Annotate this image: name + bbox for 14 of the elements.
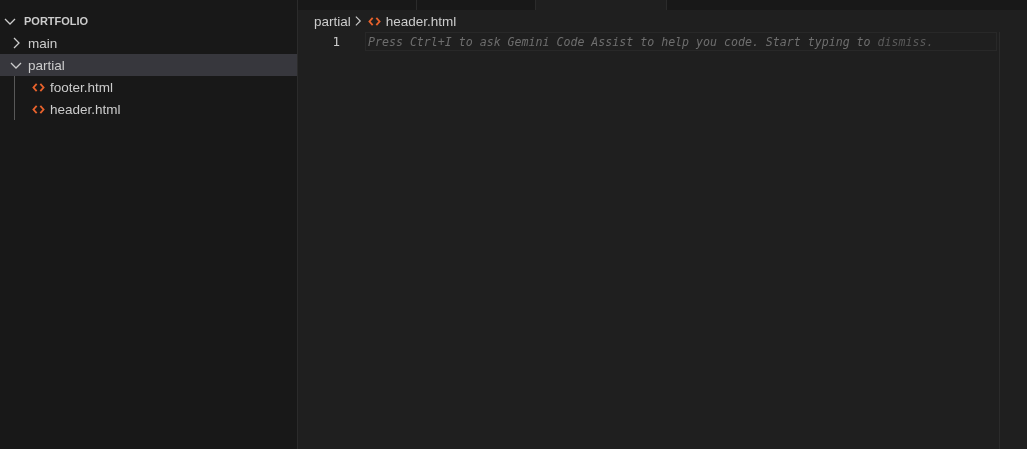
- code-icon: [32, 81, 45, 93]
- folder-item[interactable]: main: [0, 32, 297, 54]
- hint-text: dismiss.: [877, 34, 934, 49]
- file-item[interactable]: footer.html: [0, 76, 297, 98]
- line-number: 1: [331, 34, 340, 49]
- chevron-icon: [353, 14, 363, 28]
- file-item[interactable]: header.html: [0, 98, 297, 120]
- folder-item[interactable]: partial: [0, 54, 297, 76]
- hint-text: Press Ctrl+I to ask Gemini Code Assist to help you code. Start typing to: [368, 34, 871, 49]
- breadcrumb[interactable]: header.html: [385, 13, 457, 29]
- breadcrumb[interactable]: partial: [314, 13, 351, 29]
- code-icon: [32, 103, 45, 115]
- code-icon: [367, 15, 381, 27]
- section-title[interactable]: PORTFOLIO: [24, 15, 89, 27]
